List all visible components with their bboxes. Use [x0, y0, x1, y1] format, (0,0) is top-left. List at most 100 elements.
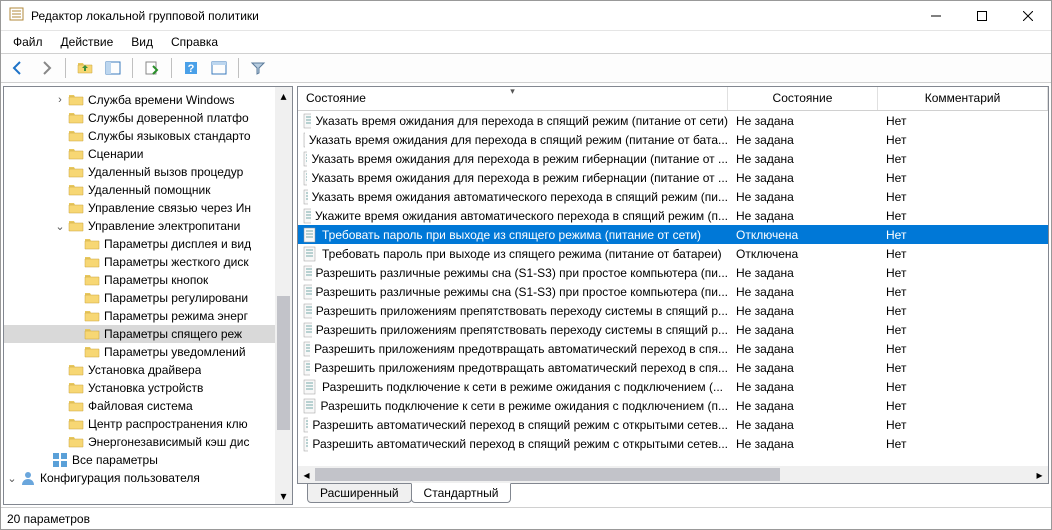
- scroll-thumb[interactable]: [315, 468, 780, 481]
- tree-item[interactable]: Удаленный помощник: [4, 181, 292, 199]
- help-button[interactable]: ?: [180, 57, 202, 79]
- row-comment: Нет: [878, 114, 988, 128]
- tree-item[interactable]: › Служба времени Windows: [4, 91, 292, 109]
- maximize-button[interactable]: [959, 1, 1005, 31]
- scroll-thumb[interactable]: [277, 296, 290, 430]
- tree-item-label: Все параметры: [72, 453, 158, 467]
- tree-item[interactable]: Параметры кнопок: [4, 271, 292, 289]
- tree-item[interactable]: Управление связью через Ин: [4, 199, 292, 217]
- list-row[interactable]: Разрешить подключение к сети в режиме ож…: [298, 377, 1048, 396]
- row-state: Не задана: [728, 152, 878, 166]
- export-list-button[interactable]: [141, 57, 163, 79]
- folder-icon: [68, 92, 84, 108]
- list-row[interactable]: Требовать пароль при выходе из спящего р…: [298, 244, 1048, 263]
- folder-icon: [84, 272, 100, 288]
- chevron-right-icon[interactable]: ›: [52, 94, 68, 106]
- minimize-button[interactable]: [913, 1, 959, 31]
- row-comment: Нет: [878, 285, 988, 299]
- tree-item[interactable]: Энергонезависимый кэш дис: [4, 433, 292, 451]
- folder-icon: [84, 236, 100, 252]
- list-row[interactable]: Разрешить приложениям препятствовать пер…: [298, 301, 1048, 320]
- list-row[interactable]: Разрешить приложениям предотвращать авто…: [298, 358, 1048, 377]
- row-comment: Нет: [878, 399, 988, 413]
- tree-item[interactable]: Установка драйвера: [4, 361, 292, 379]
- window-title: Редактор локальной групповой политики: [31, 9, 913, 23]
- menu-help[interactable]: Справка: [163, 33, 226, 51]
- list-row[interactable]: Разрешить автоматический переход в спящи…: [298, 415, 1048, 434]
- folder-icon: [84, 326, 100, 342]
- row-comment: Нет: [878, 380, 988, 394]
- forward-button[interactable]: [35, 57, 57, 79]
- tree-item[interactable]: Удаленный вызов процедур: [4, 163, 292, 181]
- tree-item-label: Сценарии: [88, 147, 143, 161]
- tree-item-label: Службы доверенной платфо: [88, 111, 249, 125]
- tree-item[interactable]: Параметры спящего реж: [4, 325, 292, 343]
- properties-button[interactable]: [208, 57, 230, 79]
- list-row[interactable]: Разрешить приложениям предотвращать авто…: [298, 339, 1048, 358]
- show-hide-tree-button[interactable]: [102, 57, 124, 79]
- menu-action[interactable]: Действие: [53, 33, 122, 51]
- app-icon: [9, 6, 25, 25]
- column-state[interactable]: Состояние: [728, 87, 878, 110]
- tree-item[interactable]: Все параметры: [4, 451, 292, 469]
- list-rows[interactable]: Указать время ожидания для перехода в сп…: [298, 111, 1048, 466]
- list-row[interactable]: Укажите время ожидания автоматического п…: [298, 206, 1048, 225]
- tree-item[interactable]: Сценарии: [4, 145, 292, 163]
- row-state: Не задана: [728, 342, 878, 356]
- back-button[interactable]: [7, 57, 29, 79]
- list-row[interactable]: Указать время ожидания для перехода в сп…: [298, 111, 1048, 130]
- tree-item[interactable]: Параметры уведомлений: [4, 343, 292, 361]
- tree-item[interactable]: Параметры жесткого диск: [4, 253, 292, 271]
- tree-item[interactable]: Службы доверенной платфо: [4, 109, 292, 127]
- tree-item[interactable]: ⌄ Управление электропитани: [4, 217, 292, 235]
- folder-icon: [68, 182, 84, 198]
- up-button[interactable]: [74, 57, 96, 79]
- menu-file[interactable]: Файл: [5, 33, 51, 51]
- tree-item[interactable]: Файловая система: [4, 397, 292, 415]
- scroll-left-icon[interactable]: ◂: [298, 466, 315, 483]
- filter-button[interactable]: [247, 57, 269, 79]
- tree-item[interactable]: Центр распространения клю: [4, 415, 292, 433]
- tree-item[interactable]: ⌄Конфигурация пользователя: [4, 469, 292, 487]
- tree-item-label: Служба времени Windows: [88, 93, 235, 107]
- row-name: Разрешить приложениям препятствовать пер…: [316, 304, 728, 318]
- tree-pane[interactable]: › Служба времени Windows Службы доверенной…: [3, 86, 293, 505]
- close-button[interactable]: [1005, 1, 1051, 31]
- title-bar[interactable]: Редактор локальной групповой политики: [1, 1, 1051, 31]
- list-row[interactable]: Разрешить различные режимы сна (S1-S3) п…: [298, 263, 1048, 282]
- tree-item-label: Службы языковых стандарто: [88, 129, 251, 143]
- column-comment[interactable]: Комментарий: [878, 87, 1048, 110]
- list-row[interactable]: Указать время ожидания для перехода в ре…: [298, 168, 1048, 187]
- policy-icon: [302, 341, 310, 357]
- row-name: Указать время ожидания для перехода в сп…: [309, 133, 728, 147]
- list-row[interactable]: Разрешить приложениям препятствовать пер…: [298, 320, 1048, 339]
- tree-item-label: Управление электропитани: [88, 219, 240, 233]
- tree-item[interactable]: Параметры регулировани: [4, 289, 292, 307]
- list-scrollbar-h[interactable]: ◂ ▸: [298, 466, 1048, 483]
- scroll-up-icon[interactable]: ▴: [275, 87, 292, 104]
- column-name[interactable]: Состояние ▾: [298, 87, 728, 110]
- tree-item[interactable]: Параметры режима энерг: [4, 307, 292, 325]
- tree-item[interactable]: Параметры дисплея и вид: [4, 235, 292, 253]
- list-row[interactable]: Разрешить различные режимы сна (S1-S3) п…: [298, 282, 1048, 301]
- tree-item[interactable]: Установка устройств: [4, 379, 292, 397]
- list-row[interactable]: Указать время ожидания автоматического п…: [298, 187, 1048, 206]
- tree-item[interactable]: Службы языковых стандарто: [4, 127, 292, 145]
- separator: [238, 58, 239, 78]
- menu-view[interactable]: Вид: [123, 33, 161, 51]
- list-row[interactable]: Указать время ожидания для перехода в ре…: [298, 149, 1048, 168]
- chevron-down-icon[interactable]: ⌄: [52, 220, 68, 233]
- tab-standard[interactable]: Стандартный: [411, 483, 512, 503]
- list-row[interactable]: Разрешить автоматический переход в спящи…: [298, 434, 1048, 453]
- folder-icon: [68, 380, 84, 396]
- scroll-down-icon[interactable]: ▾: [275, 487, 292, 504]
- scroll-right-icon[interactable]: ▸: [1031, 466, 1048, 483]
- tab-extended[interactable]: Расширенный: [307, 483, 412, 503]
- folder-icon: [68, 146, 84, 162]
- list-row[interactable]: Разрешить подключение к сети в режиме ож…: [298, 396, 1048, 415]
- chevron-down-icon[interactable]: ⌄: [4, 472, 20, 485]
- list-row[interactable]: Указать время ожидания для перехода в сп…: [298, 130, 1048, 149]
- policy-icon: [302, 227, 318, 243]
- tree-scrollbar-v[interactable]: ▴ ▾: [275, 87, 292, 504]
- list-row[interactable]: Требовать пароль при выходе из спящего р…: [298, 225, 1048, 244]
